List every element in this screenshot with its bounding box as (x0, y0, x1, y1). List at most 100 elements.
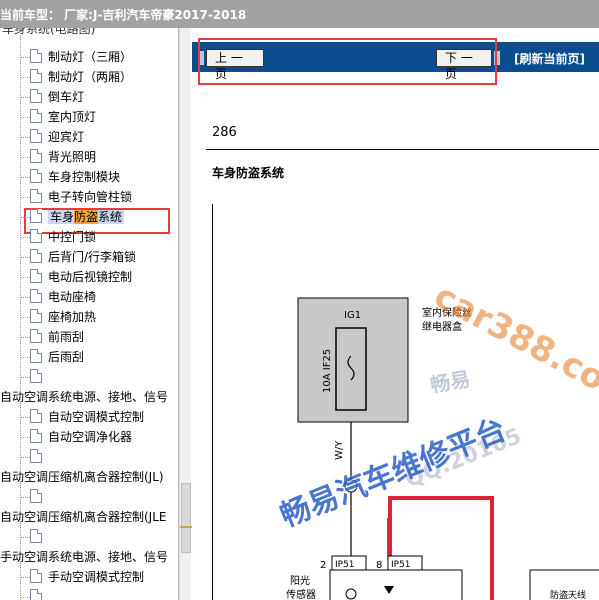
tree-connector (20, 437, 30, 438)
document-icon (30, 189, 42, 203)
tree-connector (20, 197, 30, 198)
tree-item-label: 倒车灯 (48, 90, 85, 104)
tree-item-label: 手动空调模式控制 (48, 570, 145, 584)
tree-guide-line (20, 28, 21, 600)
tree-scrollbar-thumb[interactable] (181, 483, 191, 553)
tree-scrollbar[interactable] (179, 28, 192, 600)
tree-connector (20, 297, 30, 298)
tree-item[interactable]: 车身防盗系统 (30, 208, 125, 226)
tree-item[interactable]: 电动后视镜控制 (30, 268, 132, 286)
navigation-highlight-box (198, 38, 497, 85)
page-divider (206, 149, 599, 150)
tree-item-label: 前雨刮 (48, 330, 85, 344)
tree-connector (20, 457, 30, 458)
document-icon (30, 529, 42, 543)
sensor-label-1: 阳光 (290, 574, 310, 587)
tree-item[interactable]: 电动座椅 (30, 288, 96, 306)
tree-item-label: 后背门/行李箱锁 (48, 250, 137, 264)
fuse-box-caption-2: 继电器盒 (422, 320, 462, 333)
tree-parent-label[interactable]: 车身系统(电路图) (2, 28, 95, 38)
document-icon (30, 589, 42, 600)
document-icon (30, 409, 42, 423)
tree-item-label: 后雨刮 (48, 350, 85, 364)
selected-label-search-hit: 防盗 (74, 210, 99, 224)
sun-sensor-box (329, 569, 463, 600)
tree-item[interactable] (30, 488, 48, 506)
tree-item[interactable]: 车身控制模块 (30, 168, 120, 186)
tree-item[interactable]: 自动空调压缩机离合器控制(JLE (0, 508, 167, 526)
tree-item[interactable]: 后背门/行李箱锁 (30, 248, 136, 266)
tree-connector (20, 97, 30, 98)
tree-item-label: 自动空调净化器 (48, 430, 133, 444)
fuse-box-caption-1: 室内保险丝 (422, 306, 472, 319)
document-icon (30, 249, 42, 263)
splice-point (344, 479, 358, 493)
tree-item[interactable]: 自动空调模式控制 (30, 408, 144, 426)
document-icon (30, 269, 42, 283)
current-vehicle-title: 当前车型： 厂家:J-吉利汽车帝豪2017-2018 (0, 8, 247, 22)
tree-connector (20, 77, 30, 78)
tree-item[interactable]: 制动灯（三厢） (30, 48, 132, 66)
tree-connector (20, 597, 30, 598)
document-viewer: 上 一 页 下 一 页 [刷新当前页] 286 车身防盗系统 IG1 10A I… (192, 28, 599, 600)
tree-item-label: 自动空调系统电源、接地、信号 (0, 390, 169, 404)
tree-connector (20, 237, 30, 238)
tree-item[interactable]: 背光照明 (30, 148, 96, 166)
tree-item-label: 电动座椅 (48, 290, 97, 304)
sensor-label-2: 传感器 (286, 588, 316, 600)
document-icon (30, 49, 42, 63)
tree-scrollbar-marker (180, 526, 192, 528)
tree-item[interactable]: 电子转向管柱锁 (30, 188, 132, 206)
tree-connector (20, 277, 30, 278)
tree-item-label: 电子转向管柱锁 (48, 190, 133, 204)
tree-item[interactable]: 前雨刮 (30, 328, 84, 346)
document-icon (30, 309, 42, 323)
document-icon (30, 369, 42, 383)
tree-item[interactable]: 自动空调系统电源、接地、信号 (0, 388, 168, 406)
document-icon (30, 209, 42, 223)
tree-item-label: 背光照明 (48, 150, 97, 164)
tree-item[interactable]: 手动空调系统电源、接地、信号 (0, 548, 168, 566)
tree-item[interactable]: 自动空调压缩机离合器控制(JL) (0, 468, 164, 486)
tree-item-label: 电动后视镜控制 (48, 270, 133, 284)
tree-connector (20, 317, 30, 318)
connector-1-name: IP51 (335, 560, 355, 570)
tree-connector (20, 497, 30, 498)
document-icon (30, 229, 42, 243)
tree-item[interactable]: 自动空调净化器 (30, 428, 132, 446)
tree-item[interactable]: 后雨刮 (30, 348, 84, 366)
page-number: 286 (212, 125, 237, 140)
tree-item[interactable]: 倒车灯 (30, 88, 84, 106)
tree-item-label: 自动空调模式控制 (48, 410, 145, 424)
tree-connector (20, 157, 30, 158)
tree-item-label: 手动空调系统电源、接地、信号 (0, 550, 169, 564)
tree-item-label: 自动空调压缩机离合器控制(JLE (0, 510, 167, 524)
document-icon (30, 149, 42, 163)
model-tree: 车身系统(电路图) 制动灯（三厢） 制动灯（两厢） 倒车灯室内顶灯迎宾灯背光照明车身… (0, 28, 179, 600)
tree-item[interactable] (30, 368, 48, 386)
selected-label-part: 系统 (98, 210, 123, 224)
tree-connector (20, 357, 30, 358)
fuse-element-frame (335, 327, 367, 411)
connector-2-name: IP51 (391, 560, 411, 570)
tree-item[interactable]: 中控门锁 (30, 228, 96, 246)
document-icon (30, 329, 42, 343)
tree-item-label: 迎宾灯 (48, 130, 85, 144)
document-icon (30, 429, 42, 443)
document-icon (30, 89, 42, 103)
tree-item[interactable]: 手动空调模式控制 (30, 568, 144, 586)
section-title: 车身防盗系统 (212, 166, 285, 180)
selected-label-part: 车身 (50, 210, 75, 224)
tree-item[interactable]: 迎宾灯 (30, 128, 84, 146)
document-icon (30, 449, 42, 463)
tree-item[interactable]: 座椅加热 (30, 308, 96, 326)
tree-item-label: 室内顶灯 (48, 110, 97, 124)
document-icon (30, 569, 42, 583)
tree-connector (20, 337, 30, 338)
tree-item[interactable] (30, 448, 48, 466)
tree-item[interactable] (30, 528, 48, 546)
tree-item[interactable] (30, 588, 48, 600)
refresh-page-link[interactable]: [刷新当前页] (514, 50, 585, 67)
tree-item[interactable]: 制动灯（两厢） (30, 68, 132, 86)
tree-item[interactable]: 室内顶灯 (30, 108, 96, 126)
